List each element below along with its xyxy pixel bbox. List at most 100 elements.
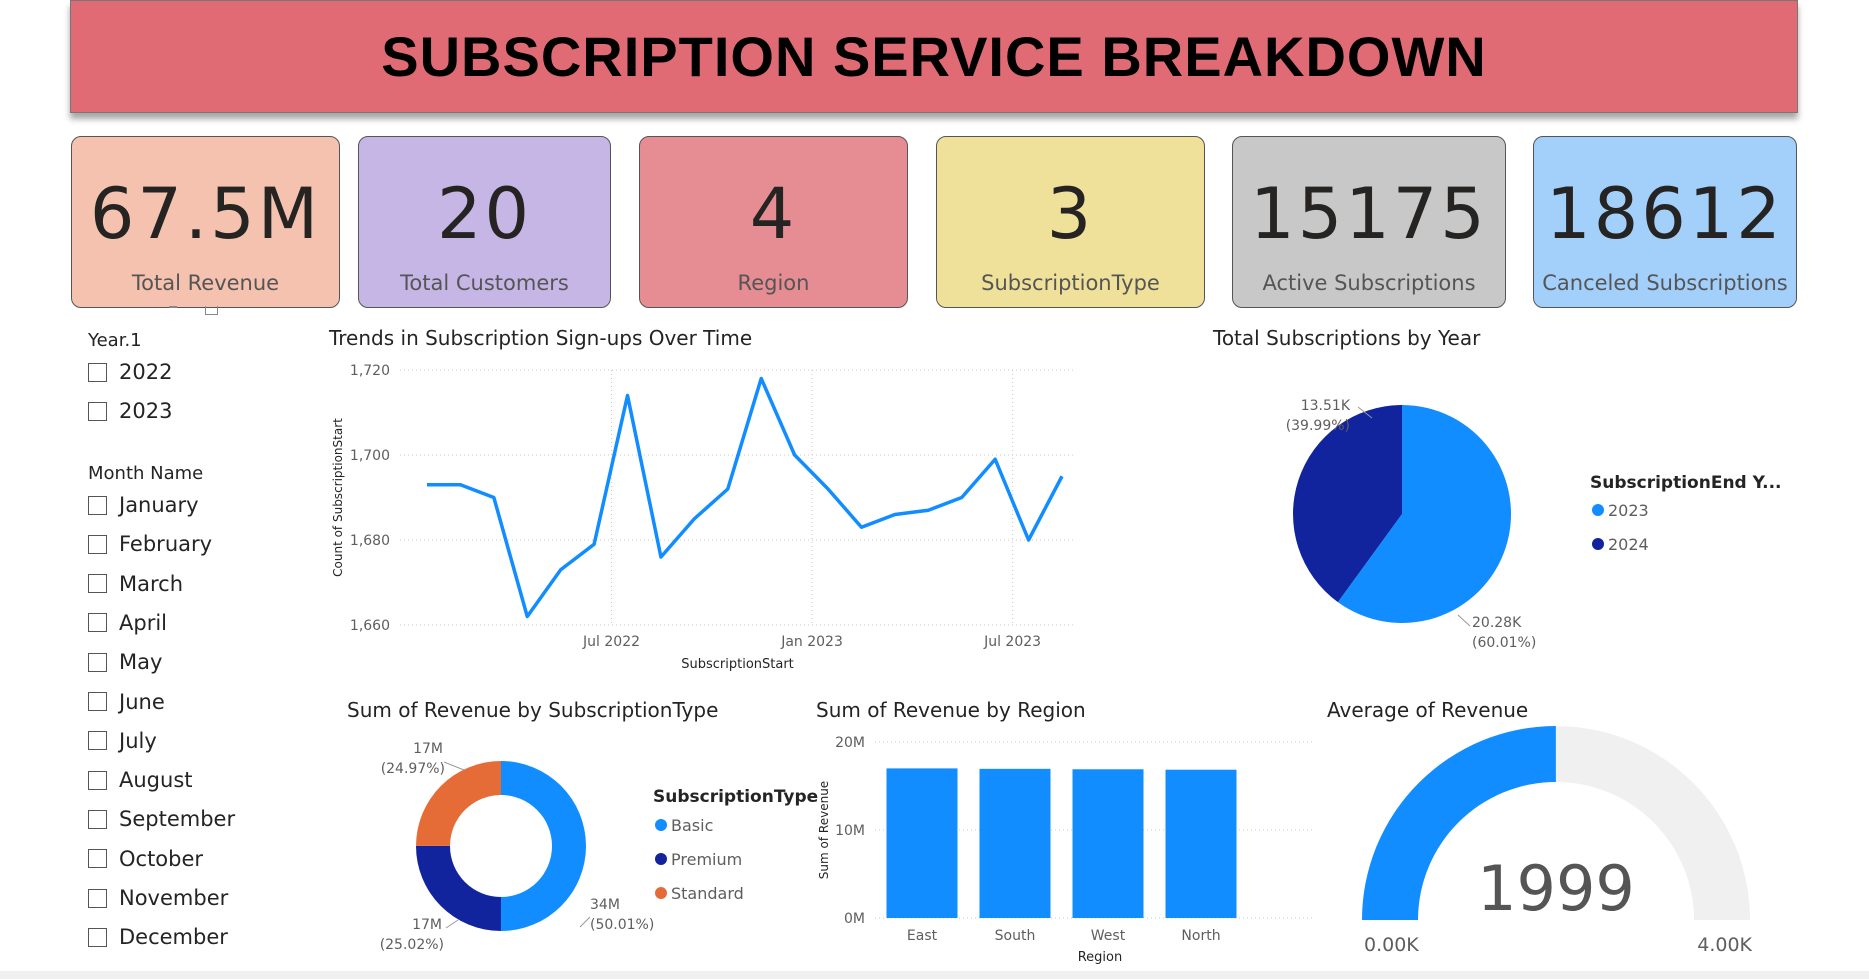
- kpi-subscription-type[interactable]: 3 SubscriptionType: [936, 136, 1205, 308]
- year-slicer-title: Year.1: [88, 330, 142, 351]
- data-label-percent: (50.01%): [590, 917, 654, 933]
- checkbox[interactable]: [88, 927, 107, 947]
- slicer-item-label: October: [119, 846, 204, 871]
- line-chart-title: Trends in Subscription Sign-ups Over Tim…: [329, 326, 753, 350]
- gauge-max-label: 4.00K: [1697, 934, 1752, 956]
- month-slicer-item[interactable]: January: [88, 493, 199, 517]
- kpi-active-subscriptions[interactable]: 15175 Active Subscriptions: [1232, 136, 1506, 308]
- kpi-label: Total Revenue: [131, 271, 280, 295]
- checkbox[interactable]: [88, 849, 107, 869]
- revenue-by-region-bar-chart[interactable]: 20M 10M 0M East South West North Region Sum of R…: [810, 720, 1320, 970]
- kpi-total-customers[interactable]: 20 Total Customers: [358, 136, 611, 308]
- month-slicer-item[interactable]: September: [88, 807, 235, 831]
- leader-line: [443, 761, 465, 771]
- checkbox[interactable]: [88, 692, 107, 711]
- checkbox[interactable]: [88, 652, 107, 672]
- legend-item-label: 2024: [1608, 535, 1649, 554]
- checkbox[interactable]: [88, 401, 107, 421]
- data-label-percent: (25.02%): [380, 937, 444, 953]
- kpi-value: 67.5M: [89, 173, 322, 255]
- x-tick-label: Jul 2023: [983, 634, 1041, 650]
- revenue-by-type-donut-chart[interactable]: 34M (50.01%) 17M (25.02%) 17M (24.97%) Subscri…: [340, 720, 820, 970]
- kpi-canceled-subscriptions[interactable]: 18612 Canceled Subscriptions: [1533, 136, 1797, 308]
- x-tick-label: North: [1181, 928, 1220, 944]
- checkbox[interactable]: [88, 534, 107, 554]
- checkbox[interactable]: [88, 495, 107, 515]
- month-slicer-item[interactable]: November: [88, 886, 228, 910]
- pie-chart-title: Total Subscriptions by Year: [1213, 326, 1481, 350]
- month-slicer-item[interactable]: December: [88, 925, 228, 949]
- leader-line: [1457, 614, 1471, 627]
- legend-item-label: Standard: [671, 884, 744, 903]
- month-slicer-item[interactable]: June: [88, 690, 165, 714]
- slicer-item-label: 2023: [119, 399, 173, 423]
- data-label-percent: (24.97%): [381, 761, 445, 777]
- kpi-label: Canceled Subscriptions: [1542, 271, 1788, 295]
- kpi-label: Region: [737, 271, 810, 295]
- legend-marker: [655, 853, 667, 865]
- y-tick-label: 20M: [835, 735, 865, 751]
- subscriptions-by-year-pie-chart[interactable]: 20.28K (60.01%) 13.51K (39.99%) Subscription…: [1230, 350, 1790, 680]
- legend-item-label: Basic: [671, 816, 713, 835]
- data-label-percent: (60.01%): [1472, 635, 1536, 651]
- slicer-item-label: November: [119, 886, 229, 910]
- kpi-value: 18612: [1546, 173, 1784, 255]
- signups-line-chart[interactable]: 1,720 1,700 1,680 1,660 Jul 2022 Jan 2023 Jul …: [320, 350, 1090, 680]
- checkbox[interactable]: [88, 362, 107, 382]
- month-slicer-title: Month Name: [88, 463, 204, 484]
- x-tick-label: Jul 2022: [582, 634, 640, 650]
- bar: [979, 768, 1051, 918]
- month-slicer-item[interactable]: May: [88, 650, 162, 674]
- pin-icon[interactable]: [169, 306, 177, 308]
- checkbox[interactable]: [88, 770, 107, 790]
- legend-marker: [1592, 538, 1604, 550]
- series-line: [427, 376, 1064, 619]
- month-slicer-item[interactable]: March: [88, 572, 183, 596]
- kpi-total-revenue[interactable]: 67.5M Total Revenue: [71, 136, 340, 308]
- slicer-item-label: June: [119, 689, 165, 714]
- x-axis-label: Region: [1078, 950, 1123, 965]
- bottom-scrollbar-track[interactable]: [0, 971, 1869, 979]
- month-slicer-item[interactable]: July: [88, 729, 157, 753]
- x-tick-label: Jan 2023: [780, 634, 843, 650]
- kpi-label: Active Subscriptions: [1262, 271, 1476, 295]
- checkbox[interactable]: [88, 613, 107, 633]
- gauge-value: 1999: [1477, 852, 1635, 925]
- y-tick-label: 0M: [844, 911, 865, 927]
- legend-marker: [655, 887, 667, 899]
- leader-line: [445, 919, 459, 929]
- kpi-region[interactable]: 4 Region: [639, 136, 908, 308]
- legend-marker: [1592, 504, 1604, 516]
- slicer-item-label: May: [119, 650, 163, 675]
- donut-chart-title: Sum of Revenue by SubscriptionType: [347, 698, 719, 722]
- checkbox[interactable]: [88, 731, 107, 751]
- checkbox[interactable]: [88, 809, 107, 829]
- month-slicer-item[interactable]: April: [88, 611, 167, 635]
- data-label-percent: (39.99%): [1286, 418, 1350, 434]
- leader-line: [579, 916, 591, 928]
- slicer-item-label: July: [119, 728, 157, 753]
- slicer-item-label: February: [119, 532, 213, 557]
- y-tick-label: 1,680: [350, 533, 390, 549]
- month-slicer-item[interactable]: October: [88, 847, 203, 871]
- kpi-value: 3: [1046, 173, 1095, 255]
- page-title: SUBSCRIPTION SERVICE BREAKDOWN: [381, 25, 1487, 88]
- focus-mode-icon[interactable]: [205, 306, 218, 315]
- slicer-item-label: September: [119, 807, 236, 832]
- checkbox[interactable]: [88, 888, 107, 908]
- slicer-item-label: March: [119, 571, 184, 596]
- kpi-value: 15175: [1250, 173, 1488, 255]
- year-slicer-item-2022[interactable]: 2022: [88, 360, 172, 384]
- month-slicer-item[interactable]: August: [88, 768, 193, 792]
- bar: [1165, 769, 1237, 918]
- y-tick-label: 1,720: [350, 363, 390, 379]
- x-axis-label: SubscriptionStart: [681, 657, 794, 672]
- y-tick-label: 1,700: [350, 448, 390, 464]
- average-revenue-gauge[interactable]: 1999 0.00K 4.00K: [1340, 720, 1770, 970]
- gauge-min-label: 0.00K: [1364, 934, 1419, 956]
- year-slicer-item-2023[interactable]: 2023: [88, 399, 172, 423]
- slicer-item-label: January: [119, 493, 199, 517]
- checkbox[interactable]: [88, 574, 107, 594]
- x-tick-label: East: [907, 928, 938, 944]
- month-slicer-item[interactable]: February: [88, 532, 212, 556]
